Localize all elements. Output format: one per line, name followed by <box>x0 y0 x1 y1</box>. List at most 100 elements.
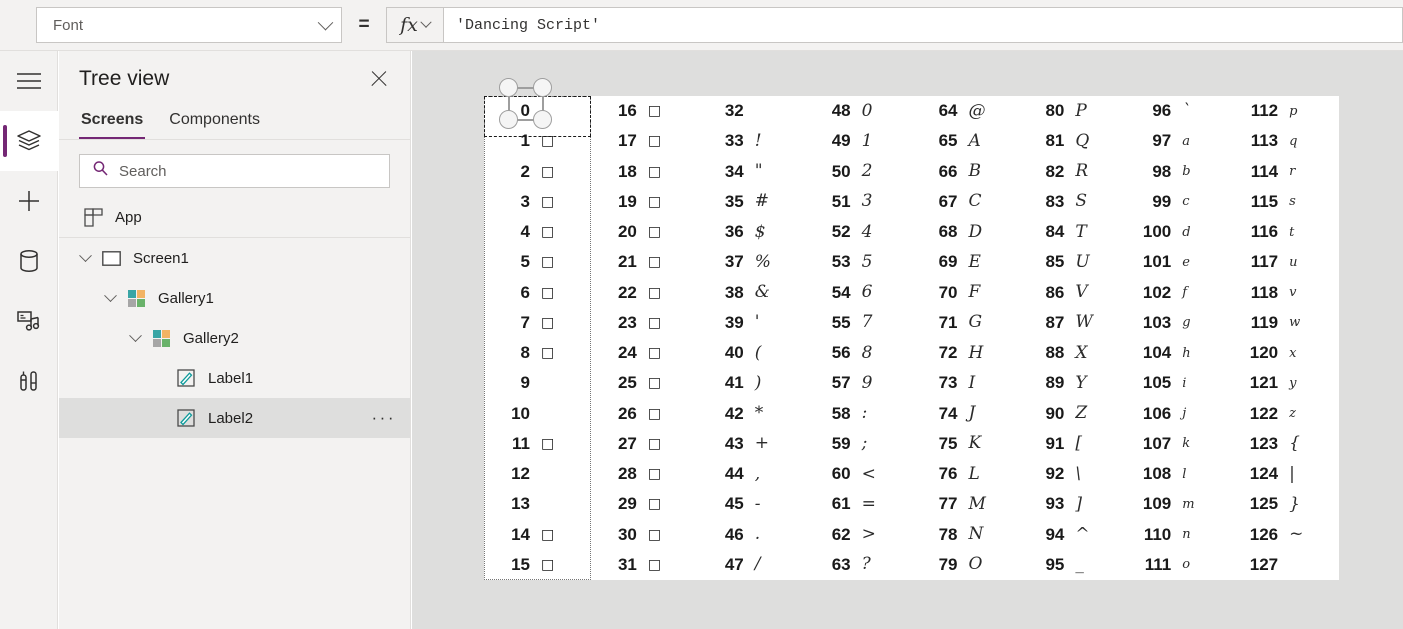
property-select[interactable]: Font <box>36 7 342 43</box>
char-cell[interactable]: 30□ <box>591 520 698 550</box>
char-cell[interactable]: 34" <box>698 157 805 187</box>
char-cell[interactable]: 93] <box>1018 489 1125 519</box>
rail-item-hamburger[interactable] <box>0 51 58 111</box>
char-cell[interactable]: 97a <box>1125 126 1232 156</box>
char-cell[interactable]: 111o <box>1125 550 1232 580</box>
char-cell[interactable]: 107k <box>1125 429 1232 459</box>
tree-item-context-menu-button[interactable]: ··· <box>372 408 396 428</box>
char-cell[interactable]: 98b <box>1125 157 1232 187</box>
char-cell[interactable]: 40( <box>698 338 805 368</box>
char-cell[interactable]: 114r <box>1232 157 1339 187</box>
char-cell[interactable]: 39' <box>698 308 805 338</box>
resize-handle-top-left[interactable] <box>499 78 518 97</box>
char-cell[interactable]: 73I <box>912 368 1019 398</box>
char-cell[interactable]: 524 <box>805 217 912 247</box>
tree-item-gallery2[interactable]: Gallery2 <box>59 318 410 358</box>
char-cell[interactable]: 70F <box>912 278 1019 308</box>
char-cell[interactable]: 94^ <box>1018 520 1125 550</box>
char-cell[interactable]: 84T <box>1018 217 1125 247</box>
char-cell[interactable]: 102f <box>1125 278 1232 308</box>
char-cell[interactable]: 42* <box>698 399 805 429</box>
char-cell[interactable]: 63? <box>805 550 912 580</box>
tab-screens[interactable]: Screens <box>79 107 145 139</box>
char-cell[interactable]: 535 <box>805 247 912 277</box>
char-cell[interactable]: 28□ <box>591 459 698 489</box>
char-cell[interactable]: 82R <box>1018 157 1125 187</box>
tree-item-gallery1[interactable]: Gallery1 <box>59 278 410 318</box>
char-cell[interactable]: 17□ <box>591 126 698 156</box>
char-cell[interactable]: 86V <box>1018 278 1125 308</box>
char-cell[interactable]: 125} <box>1232 489 1339 519</box>
char-cell[interactable]: 29□ <box>591 489 698 519</box>
char-cell[interactable]: 24□ <box>591 338 698 368</box>
char-cell[interactable]: 112p <box>1232 96 1339 126</box>
char-cell[interactable]: 124| <box>1232 459 1339 489</box>
canvas-area[interactable]: 01□2□3□4□5□6□7□8□91011□121314□15□16□17□1… <box>412 51 1403 629</box>
char-cell[interactable]: 62> <box>805 520 912 550</box>
char-cell[interactable]: 18□ <box>591 157 698 187</box>
rail-item-media[interactable] <box>0 291 58 351</box>
char-cell[interactable]: 108l <box>1125 459 1232 489</box>
char-cell[interactable]: 546 <box>805 278 912 308</box>
char-cell[interactable]: 126~ <box>1232 520 1339 550</box>
char-cell[interactable]: 502 <box>805 157 912 187</box>
chevron-down-icon[interactable] <box>123 334 147 343</box>
char-cell[interactable]: 81Q <box>1018 126 1125 156</box>
char-cell[interactable]: 46. <box>698 520 805 550</box>
rail-item-data[interactable] <box>0 231 58 291</box>
rail-item-advanced-tools[interactable] <box>0 351 58 411</box>
char-cell[interactable]: 79O <box>912 550 1019 580</box>
char-cell[interactable]: 69E <box>912 247 1019 277</box>
char-cell[interactable]: 75K <box>912 429 1019 459</box>
char-cell[interactable]: 43+ <box>698 429 805 459</box>
app-canvas[interactable]: 01□2□3□4□5□6□7□8□91011□121314□15□16□17□1… <box>484 96 1339 580</box>
char-cell[interactable]: 60< <box>805 459 912 489</box>
char-cell[interactable]: 67C <box>912 187 1019 217</box>
char-cell[interactable]: 36$ <box>698 217 805 247</box>
char-cell[interactable]: 96` <box>1125 96 1232 126</box>
char-cell[interactable]: 480 <box>805 96 912 126</box>
char-cell[interactable]: 117u <box>1232 247 1339 277</box>
char-cell[interactable]: 77M <box>912 489 1019 519</box>
char-cell[interactable]: 100d <box>1125 217 1232 247</box>
chevron-down-icon[interactable] <box>98 294 122 303</box>
char-cell[interactable]: 89Y <box>1018 368 1125 398</box>
char-cell[interactable]: 104h <box>1125 338 1232 368</box>
char-cell[interactable]: 32 <box>698 96 805 126</box>
char-cell[interactable]: 105i <box>1125 368 1232 398</box>
char-cell[interactable]: 122z <box>1232 399 1339 429</box>
char-cell[interactable]: 513 <box>805 187 912 217</box>
char-cell[interactable]: 113q <box>1232 126 1339 156</box>
char-cell[interactable]: 22□ <box>591 278 698 308</box>
fx-button[interactable]: fx <box>386 7 443 43</box>
char-cell[interactable]: 71G <box>912 308 1019 338</box>
char-cell[interactable]: 123{ <box>1232 429 1339 459</box>
tab-components[interactable]: Components <box>167 107 262 139</box>
char-cell[interactable]: 127 <box>1232 550 1339 580</box>
resize-handle-bottom-left[interactable] <box>499 110 518 129</box>
char-cell[interactable]: 37% <box>698 247 805 277</box>
char-cell[interactable]: 109m <box>1125 489 1232 519</box>
char-cell[interactable]: 115s <box>1232 187 1339 217</box>
char-cell[interactable]: 33! <box>698 126 805 156</box>
char-cell[interactable]: 99c <box>1125 187 1232 217</box>
char-cell[interactable]: 19□ <box>591 187 698 217</box>
tree-item-label1[interactable]: Label1 <box>59 358 410 398</box>
char-cell[interactable]: 72H <box>912 338 1019 368</box>
char-cell[interactable]: 41) <box>698 368 805 398</box>
char-cell[interactable]: 83S <box>1018 187 1125 217</box>
char-cell[interactable]: 90Z <box>1018 399 1125 429</box>
rail-item-tree-view[interactable] <box>0 111 58 171</box>
resize-handle-bottom-right[interactable] <box>533 110 552 129</box>
char-cell[interactable]: 557 <box>805 308 912 338</box>
close-icon[interactable] <box>366 66 392 92</box>
char-cell[interactable]: 95_ <box>1018 550 1125 580</box>
char-cell[interactable]: 61= <box>805 489 912 519</box>
label2-selection-box[interactable] <box>484 96 591 137</box>
char-cell[interactable]: 92\ <box>1018 459 1125 489</box>
char-cell[interactable]: 110n <box>1125 520 1232 550</box>
char-cell[interactable]: 78N <box>912 520 1019 550</box>
char-cell[interactable]: 118v <box>1232 278 1339 308</box>
char-cell[interactable]: 59; <box>805 429 912 459</box>
char-cell[interactable]: 25□ <box>591 368 698 398</box>
